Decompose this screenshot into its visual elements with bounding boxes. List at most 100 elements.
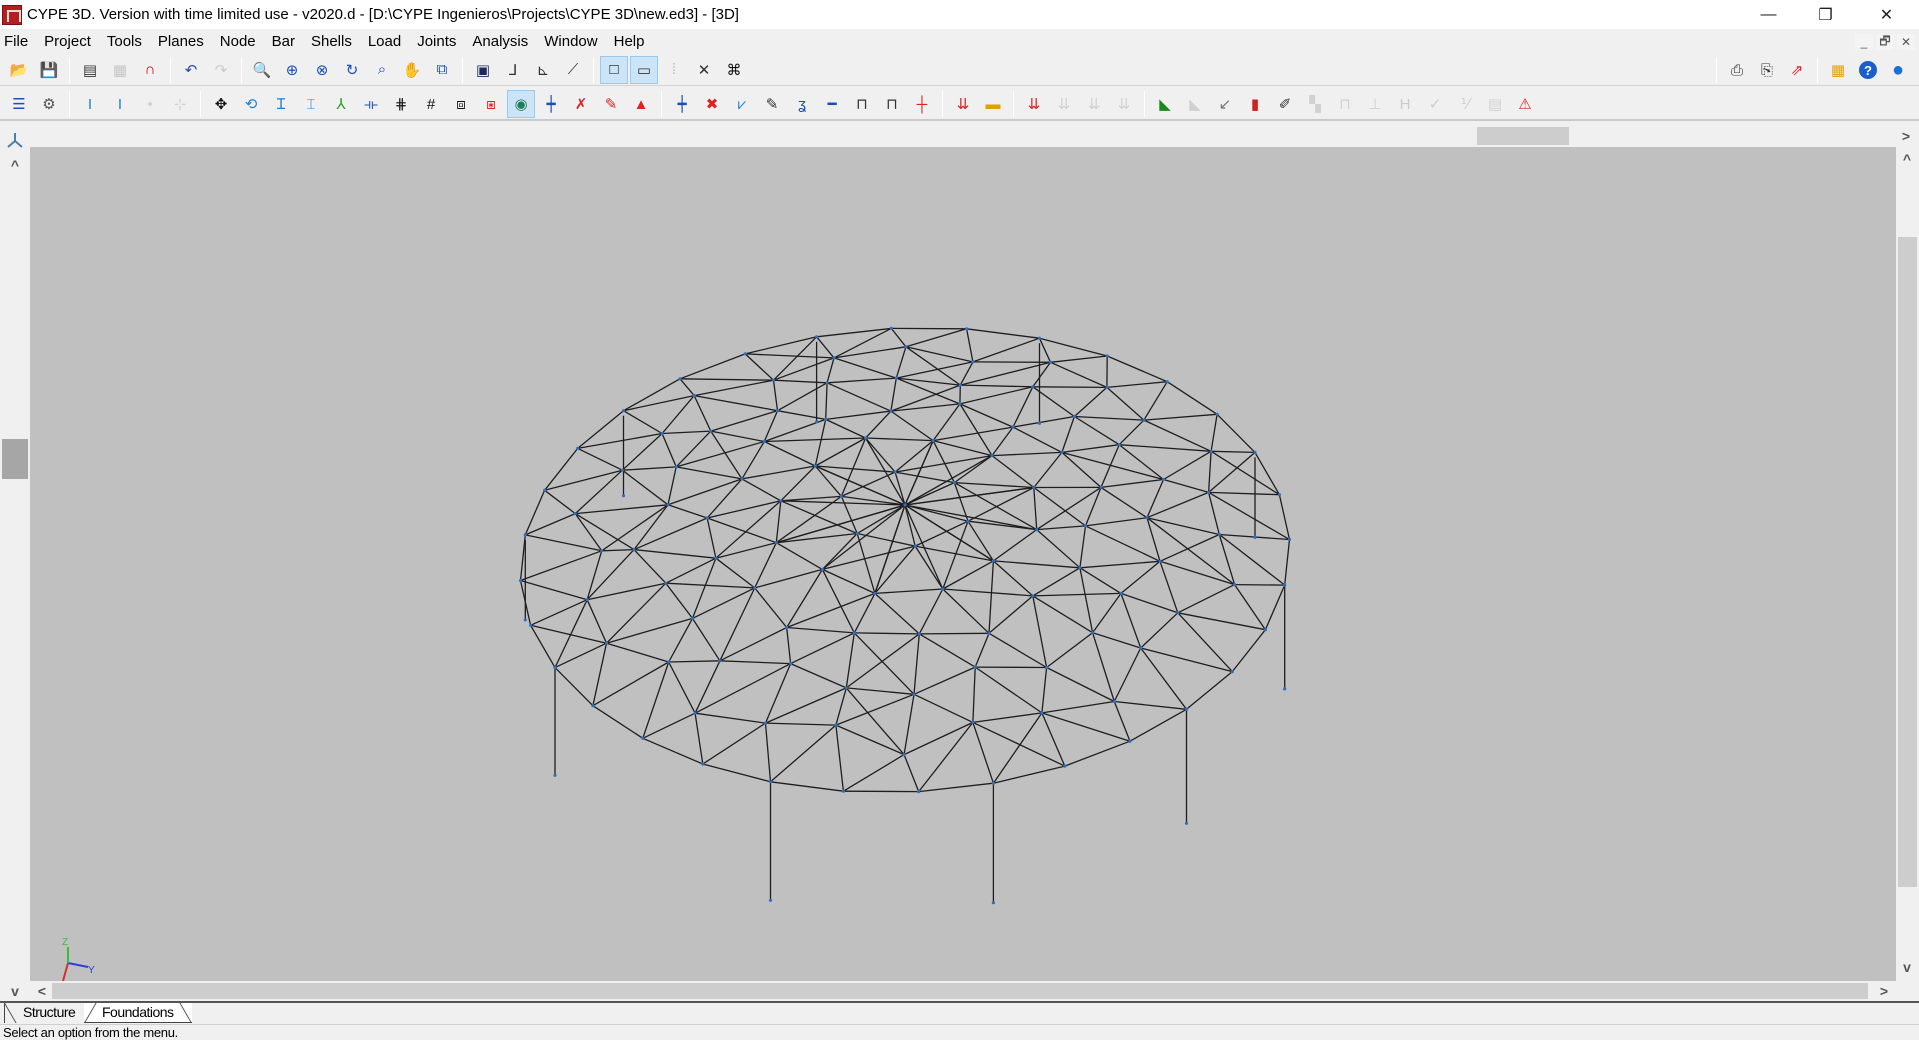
grid-button[interactable]: #: [417, 90, 445, 118]
shell-edge[interactable]: [694, 379, 774, 397]
shell-edge[interactable]: [592, 705, 644, 739]
shell-edge[interactable]: [662, 430, 711, 435]
mdi-minimize-button[interactable]: _: [1855, 34, 1873, 50]
bottom-scrollbar-thumb[interactable]: [52, 983, 1868, 999]
shell-edge[interactable]: [1091, 632, 1115, 702]
shell-edge[interactable]: [1079, 560, 1161, 569]
structure-node[interactable]: [585, 598, 589, 602]
pencil-joint-button[interactable]: ✐: [1271, 90, 1299, 118]
menu-help[interactable]: Help: [606, 29, 653, 54]
menu-node[interactable]: Node: [212, 29, 264, 54]
link-bar-button[interactable]: ━: [818, 90, 846, 118]
shell-edge[interactable]: [890, 410, 934, 442]
shell-edge[interactable]: [967, 520, 1037, 531]
shell-edge[interactable]: [773, 336, 818, 381]
structure-node[interactable]: [941, 587, 945, 591]
structure-node[interactable]: [1158, 559, 1162, 563]
base-plate-button[interactable]: ⊥: [1361, 90, 1389, 118]
grid-dots-button[interactable]: ⁞: [660, 56, 688, 84]
structure-node[interactable]: [1119, 591, 1123, 595]
shell-edge[interactable]: [854, 632, 920, 635]
restore-button[interactable]: ❐: [1797, 0, 1854, 29]
shell-edge[interactable]: [1254, 452, 1280, 496]
top-scrollbar-thumb[interactable]: [1477, 127, 1569, 145]
shell-edge[interactable]: [577, 447, 623, 471]
mdi-restore-button[interactable]: 🗗: [1876, 34, 1894, 50]
shell-edge[interactable]: [1231, 629, 1266, 673]
edit-load-button[interactable]: ⇊: [1050, 90, 1078, 118]
shell-edge[interactable]: [1041, 700, 1115, 714]
shell-edge[interactable]: [575, 504, 669, 515]
shell-edge[interactable]: [601, 548, 635, 552]
shell-edge[interactable]: [1036, 529, 1081, 569]
shell-edge[interactable]: [770, 724, 837, 783]
structure-node[interactable]: [1145, 516, 1149, 520]
column-base-node[interactable]: [523, 618, 527, 622]
structure-node[interactable]: [1091, 631, 1095, 635]
structure-node[interactable]: [987, 631, 991, 635]
shell-edge[interactable]: [1032, 592, 1122, 597]
structure-node[interactable]: [825, 381, 829, 385]
structure-node[interactable]: [667, 660, 671, 664]
shell-edge[interactable]: [642, 661, 670, 739]
structure-node[interactable]: [902, 753, 906, 757]
shell-edge[interactable]: [1278, 494, 1291, 540]
structure-node[interactable]: [768, 780, 773, 784]
shell-edge[interactable]: [967, 520, 994, 562]
structure-node[interactable]: [1083, 524, 1088, 528]
shell-edge[interactable]: [1041, 667, 1048, 713]
scroll-right-top-button[interactable]: >: [1898, 128, 1914, 144]
shell-edge[interactable]: [780, 495, 842, 502]
shell-edge[interactable]: [960, 384, 1033, 388]
shell-edge[interactable]: [853, 632, 915, 695]
structure-node[interactable]: [917, 790, 921, 794]
shell-edge[interactable]: [1036, 486, 1102, 531]
insert-bar-button[interactable]: I: [106, 90, 134, 118]
structure-node[interactable]: [785, 625, 789, 630]
shell-edge[interactable]: [1039, 337, 1108, 357]
shell-edge[interactable]: [959, 403, 993, 456]
minimize-button[interactable]: —: [1740, 0, 1797, 29]
menu-planes[interactable]: Planes: [150, 29, 212, 54]
shell-edge[interactable]: [520, 550, 602, 582]
undo-button[interactable]: ↶: [177, 56, 205, 84]
shell-edge[interactable]: [1100, 444, 1120, 488]
tab-foundations[interactable]: Foundations: [84, 1003, 192, 1023]
shell-edge[interactable]: [1114, 700, 1187, 710]
shell-edge[interactable]: [821, 533, 858, 570]
shell-edge[interactable]: [1032, 595, 1048, 668]
shell-edge[interactable]: [1074, 415, 1120, 446]
delete-bar-button[interactable]: ✖: [698, 90, 726, 118]
shell-edge[interactable]: [667, 466, 677, 505]
joint-red-green-button[interactable]: ▮: [1241, 90, 1269, 118]
shell-edge[interactable]: [773, 379, 828, 384]
top-horizontal-scrollbar[interactable]: [30, 127, 1905, 145]
describe-bar-button[interactable]: ✎: [758, 90, 786, 118]
shell-edge[interactable]: [845, 632, 855, 688]
structure-node[interactable]: [779, 499, 783, 503]
zoom-window-button[interactable]: 🔍: [248, 56, 276, 84]
shell-edge[interactable]: [773, 357, 835, 381]
structure-node[interactable]: [774, 541, 778, 545]
structure-node[interactable]: [841, 789, 846, 793]
shell-edge[interactable]: [965, 328, 974, 363]
shell-edge[interactable]: [865, 437, 896, 473]
shell-edge[interactable]: [775, 500, 782, 543]
describe-section-button[interactable]: ⊓: [878, 90, 906, 118]
axes-view-button[interactable]: ⅃: [499, 56, 527, 84]
shell-edge[interactable]: [1159, 533, 1220, 562]
shell-edge[interactable]: [816, 327, 892, 338]
shell-edge[interactable]: [991, 426, 1014, 456]
scale-1-00-button[interactable]: ▭: [630, 55, 658, 84]
shell-edge[interactable]: [1061, 416, 1076, 453]
structure-node[interactable]: [1230, 670, 1234, 674]
structure-node[interactable]: [705, 516, 709, 520]
joint-grey-button[interactable]: ◣: [1181, 90, 1209, 118]
shell-edge[interactable]: [890, 327, 907, 348]
structure-node[interactable]: [973, 665, 977, 669]
structure-node[interactable]: [852, 631, 856, 635]
shell-edge[interactable]: [903, 721, 974, 756]
menu-file[interactable]: File: [0, 29, 36, 54]
structure-node[interactable]: [718, 659, 722, 663]
shell-edge[interactable]: [905, 328, 967, 348]
